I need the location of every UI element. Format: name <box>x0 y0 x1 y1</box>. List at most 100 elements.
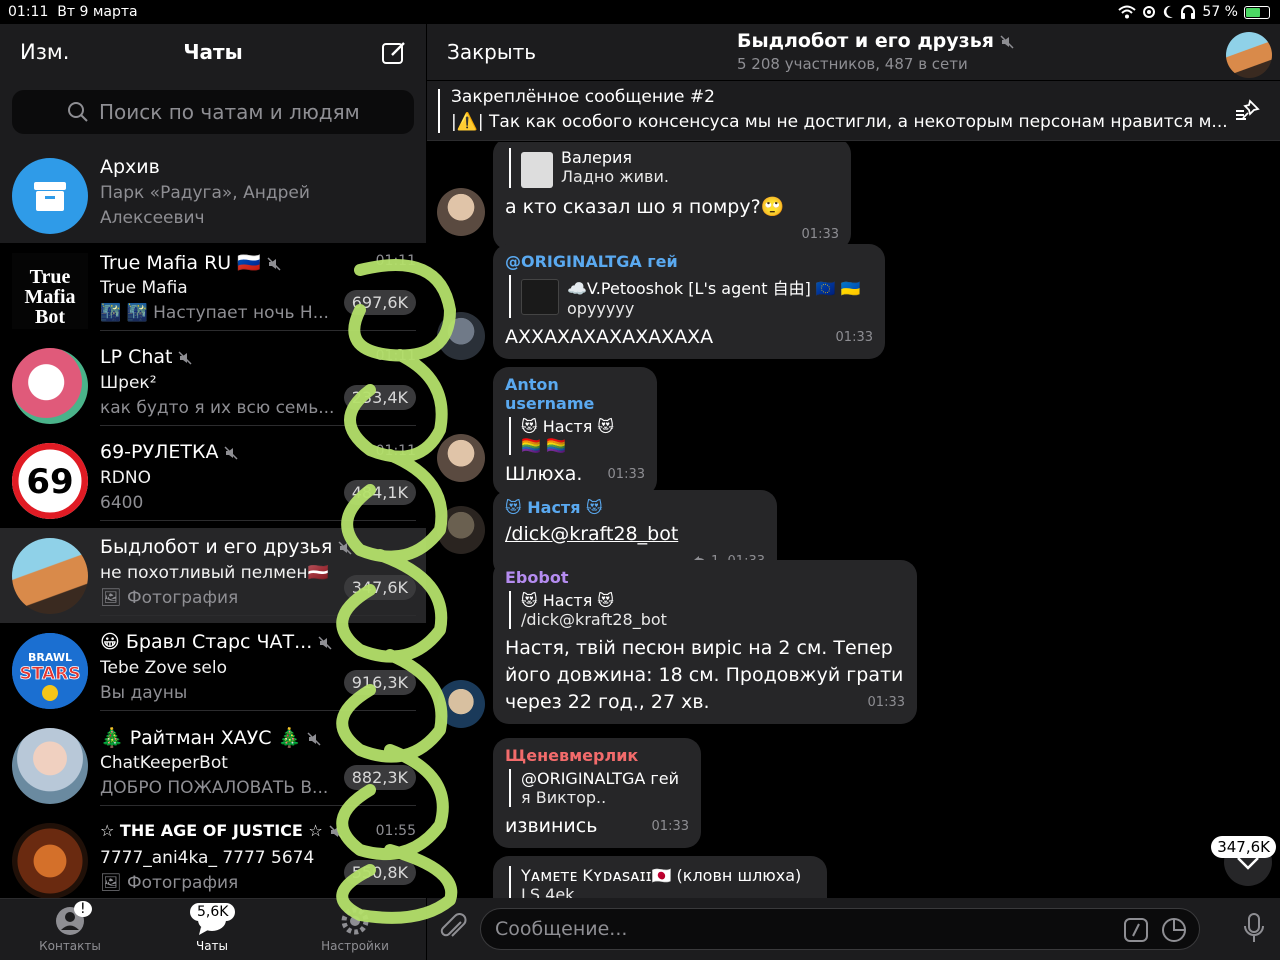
sender-name[interactable]: Anton username <box>505 375 645 413</box>
reply-quote[interactable]: 😻 Настя 😻 🏳️‍🌈 🏳️‍🌈 <box>509 417 645 455</box>
search-box[interactable] <box>12 90 414 134</box>
avatar[interactable] <box>437 312 485 360</box>
reply-quote[interactable]: @ORIGINALTGA гей я Виктор.. <box>509 769 689 807</box>
message-bubble[interactable]: Anton username 😻 Настя 😻 🏳️‍🌈 🏳️‍🌈 Шлюха… <box>493 367 657 496</box>
avatar: BRAWL STARS <box>12 633 88 709</box>
brawl-stars-logo: BRAWLSTARS <box>12 633 88 709</box>
reply-content: Валерия Ладно живи. <box>561 148 669 188</box>
tab-label: Контакты <box>39 939 101 953</box>
battery-level <box>1246 7 1260 17</box>
tab-bar: Контакты ! Чаты 5,6K Настройки <box>0 898 426 960</box>
reply-text: орууууу <box>567 299 635 318</box>
svg-text:True: True <box>30 266 71 288</box>
search-area <box>0 84 426 148</box>
unread-badge: 347,6K <box>343 575 416 600</box>
reply-name: Валерия <box>561 148 633 167</box>
reply-name: Yᴀᴍᴇᴛᴇ Kʏᴅᴀsᴀɪɪ🇯🇵 (кловн шлюха) <box>521 866 802 885</box>
chat-item-brawl-stars[interactable]: BRAWL STARS 😀 Бравл Старс ЧАТ... Tebe Zov… <box>0 623 426 718</box>
reply-text: 🏳️‍🌈 🏳️‍🌈 <box>521 436 566 455</box>
bot-command-link[interactable]: /dick@kraft28_bot <box>505 523 678 545</box>
reply-text: я Виктор.. <box>521 788 607 807</box>
svg-text:Bot: Bot <box>35 306 65 328</box>
compose-icon[interactable] <box>380 38 408 66</box>
message-bubble[interactable]: Yᴀᴍᴇᴛᴇ Kʏᴅᴀsᴀɪɪ🇯🇵 (кловн шлюха) LS 4ek <box>493 856 827 898</box>
svg-text:BRAWL: BRAWL <box>28 651 72 664</box>
message-bubble[interactable]: Ebobot 😻 Настя 😻 /dick@kraft28_bot Настя… <box>493 560 917 724</box>
conversation-header: Закрыть Быдлобот и его друзья 5 208 учас… <box>427 24 1280 80</box>
conversation-panel: Закрыть Быдлобот и его друзья 5 208 учас… <box>427 0 1280 960</box>
avatar <box>12 728 88 804</box>
pin-list-icon[interactable] <box>1234 97 1262 125</box>
chat-time: 01:11 <box>375 348 416 364</box>
message-input[interactable] <box>495 918 1115 940</box>
pinned-message[interactable]: Закреплённое сообщение #2 |⚠️| Так как о… <box>427 81 1280 141</box>
paperclip-icon[interactable] <box>439 912 469 944</box>
avatar[interactable] <box>437 680 485 728</box>
tab-label: Настройки <box>321 939 389 953</box>
composer-bar <box>427 898 1280 960</box>
tab-chats[interactable]: Чаты 5,6K <box>162 903 262 953</box>
reply-name: @ORIGINALTGA гей <box>521 769 680 788</box>
chat-title-text: LP Chat <box>100 346 173 368</box>
chat-item-age-of-justice[interactable]: ☆ THE AGE OF JUSTICE ☆ 01:55 7777_ani4ka… <box>0 813 426 898</box>
sender-name[interactable]: Щеневмерлик <box>505 746 689 765</box>
status-time-date: 01:11 Вт 9 марта <box>8 4 138 20</box>
chat-preview-line1: Парк «Радуга», Андрей <box>100 183 310 203</box>
muted-icon <box>329 824 343 839</box>
reply-quote[interactable]: 😻 Настя 😻 /dick@kraft28_bot <box>509 591 905 629</box>
chat-title: Быдлобот и его друзья <box>100 536 416 562</box>
chat-body: Архив Парк «Радуга», Андрей Алексеевич <box>100 156 416 236</box>
edit-button[interactable]: Изм. <box>20 40 69 64</box>
avatar <box>12 348 88 424</box>
message-time: 01:33 <box>607 467 645 482</box>
message-bubble[interactable]: @ORIGINALTGA гей ☁️V.Petooshok [L's agen… <box>493 244 885 359</box>
avatar[interactable] <box>437 188 485 236</box>
message-bubble[interactable]: Щеневмерлик @ORIGINALTGA гей я Виктор.. … <box>493 738 701 848</box>
sender-name[interactable]: 😻 Настя 😻 <box>505 498 765 517</box>
chat-item-lp-chat[interactable]: LP Chat 01:11 Шрек² как будто я их всю с… <box>0 338 426 433</box>
unread-badge: 697,6K <box>343 290 416 315</box>
sender-name[interactable]: @ORIGINALTGA гей <box>505 252 873 271</box>
chat-item-true-mafia[interactable]: True Mafia Bot True Mafia RU 🇷🇺 01:11 True… <box>0 243 426 338</box>
chat-item-raitman-house[interactable]: 🎄 Райтман ХАУС 🎄 ChatKeeperBot ДОБРО ПОЖ… <box>0 718 426 813</box>
reply-quote[interactable]: Валерия Ладно живи. <box>509 148 839 188</box>
muted-icon <box>1000 34 1014 49</box>
reply-name: ☁️V.Petooshok [L's agent 自由] 🇪🇺 🇺🇦 <box>567 279 861 298</box>
chat-item-bydlobot[interactable]: Быдлобот и его друзья не похотливый пелм… <box>0 528 426 623</box>
close-button[interactable]: Закрыть <box>447 40 536 64</box>
reply-quote[interactable]: ☁️V.Petooshok [L's agent 自由] 🇪🇺 🇺🇦 оруууу… <box>509 275 873 318</box>
chat-title-text: 😀 Бравл Старс ЧАТ... <box>100 631 313 653</box>
sender-name[interactable]: Ebobot <box>505 568 905 587</box>
message-time: 01:33 <box>835 330 873 345</box>
chat-item-archive[interactable]: Архив Парк «Радуга», Андрей Алексеевич <box>0 148 426 243</box>
tab-contacts[interactable]: Контакты ! <box>20 901 120 953</box>
avatar[interactable] <box>437 434 485 482</box>
search-icon <box>68 102 88 122</box>
status-indicators: 57 % <box>1118 4 1270 20</box>
message-bubble[interactable]: Валерия Ладно живи. а кто сказал шо я пом… <box>493 142 851 250</box>
tab-settings[interactable]: Настройки <box>305 905 405 953</box>
chat-list-header: Изм. Чаты <box>0 24 426 84</box>
group-avatar[interactable] <box>1226 32 1272 78</box>
message-text: извинись <box>505 815 598 837</box>
unread-badge: 233,4K <box>343 385 416 410</box>
sticker-icon[interactable] <box>1161 917 1187 943</box>
chat-title-text: Быдлобот и его друзья <box>100 536 333 558</box>
reply-name: 😻 Настя 😻 <box>521 417 615 436</box>
avatar <box>12 538 88 614</box>
avatar[interactable] <box>437 506 485 554</box>
unread-badge: 550,8K <box>343 860 416 885</box>
muted-icon <box>178 350 193 365</box>
archive-icon <box>34 182 66 211</box>
message-input-box[interactable] <box>480 908 1200 950</box>
bot-commands-icon[interactable] <box>1123 917 1149 943</box>
microphone-icon[interactable] <box>1242 912 1266 944</box>
reply-quote[interactable]: Yᴀᴍᴇᴛᴇ Kʏᴅᴀsᴀɪɪ🇯🇵 (кловн шлюха) LS 4ek <box>509 866 815 898</box>
message-text: АХХАХАХАХАХАХАХА <box>505 326 714 348</box>
unread-badge: 916,3K <box>343 670 416 695</box>
chat-item-69-roulette[interactable]: 69 69-РУЛЕТКА 01:11 RDNO 6400 484,1K <box>0 433 426 528</box>
conversation-title[interactable]: Быдлобот и его друзья <box>737 30 1014 52</box>
chat-title: True Mafia RU 🇷🇺 <box>100 251 416 277</box>
search-input[interactable] <box>99 100 359 124</box>
conversation-title-text: Быдлобот и его друзья <box>737 30 994 52</box>
